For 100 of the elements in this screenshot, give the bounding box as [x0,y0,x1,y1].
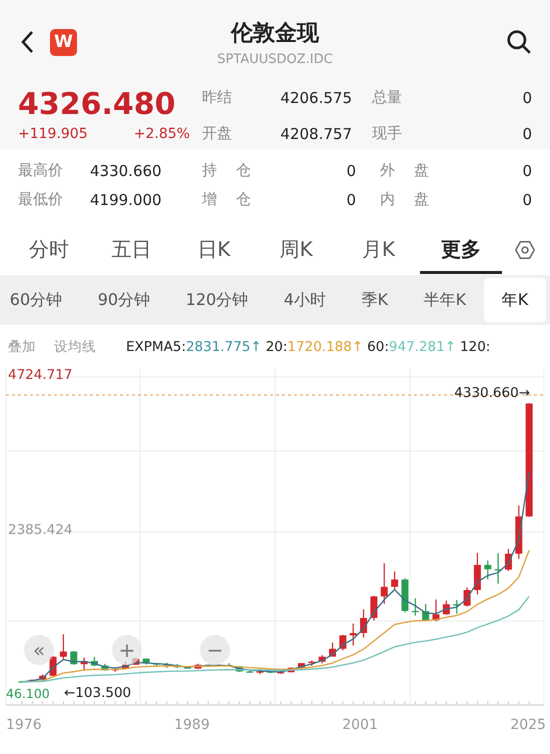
axis-label: 2001 [342,717,378,733]
stat-label: 总量 [372,88,403,107]
indicator-label: 120: [460,339,490,355]
candlestick [453,600,460,614]
indicator-label: 20: [266,339,288,355]
candlestick [515,505,522,559]
candlestick [236,666,243,672]
candlestick [246,670,254,673]
candlestick [464,587,471,607]
period-tab[interactable]: 半年K [406,278,484,322]
chart-tab[interactable]: 分时 [8,226,90,274]
chart-tab[interactable]: 月K [337,226,420,274]
stat-value: 4330.660 [90,162,163,180]
stat-value: 0 [521,124,532,142]
candlestick [432,599,440,622]
indicator-value: 947.281↑ [388,339,456,355]
symbol-code: SPTAUUSDOZ.IDC [217,52,333,66]
axis-label: 2385.424 [8,522,72,538]
candlestick [442,600,450,615]
indicator-label: EXPMA5: [126,339,186,355]
stat-value: 0 [345,162,356,180]
candlestick [360,609,368,638]
candlestick [277,670,284,674]
stat-label: 持 仓 [202,161,252,180]
candlestick [484,560,492,580]
stat-label: 增 仓 [202,190,252,209]
high-price-marker: 4330.660→ [454,385,530,401]
stat-value: 4206.575 [279,88,352,106]
stat-value: 0 [521,190,532,208]
zoom-button[interactable]: + [112,635,142,665]
candlestick [288,668,295,672]
page-title: 伦敦金现 [231,20,319,48]
chart-tab[interactable]: 五日 [90,226,173,274]
back-icon[interactable] [20,30,34,54]
chart-tab[interactable]: 日K [172,226,255,274]
zoom-button[interactable]: − [200,635,230,665]
candlestick [142,658,150,664]
candlestick [318,655,326,664]
stat-label: 最低价 [18,190,64,209]
stat-label: 外 盘 [380,161,430,180]
candlestick [412,598,419,616]
period-tab[interactable]: 4小时 [266,278,344,322]
stat-label: 内 盘 [380,190,430,209]
candlestick [39,674,46,680]
candlestick [308,660,316,666]
stat-label: 开盘 [202,124,232,143]
candlestick [391,571,398,590]
last-price: 4326.480 [18,86,176,124]
period-tab[interactable]: 季K [344,278,406,322]
candlestick [90,656,98,666]
stat-value: 0 [521,162,532,180]
candlestick [298,663,305,670]
candlestick [504,548,512,571]
axis-label: 1976 [6,717,42,733]
candlestick [184,666,192,669]
candlestick [80,658,88,671]
candlestick [380,563,388,604]
candlestick [422,604,430,622]
change-percent: +2.85% [134,126,190,142]
settings-icon[interactable] [514,239,536,261]
candlestick [494,553,502,584]
candlestick [60,634,67,659]
candlestick [194,664,202,670]
period-tab[interactable]: 年K [484,278,546,322]
stat-label: 现手 [372,124,403,143]
candlestick [101,664,108,671]
indicator-value: 2831.775↑ [186,339,262,355]
candlestick [163,662,170,668]
candlestick [70,650,78,665]
candlestick [112,668,119,672]
chart-tab[interactable]: 周K [254,226,338,274]
axis-label: 1989 [174,717,210,733]
candlestick [174,664,181,668]
stat-label: 最高价 [18,161,64,180]
stat-value: 0 [521,88,532,106]
low-price-marker: ←103.500 [64,685,132,701]
search-icon[interactable] [506,29,532,55]
indicator-value: 1720.188↑ [287,339,364,355]
axis-label: 2025 [510,717,546,733]
candlestick [256,669,264,674]
app-badge: W [50,28,77,56]
price-change: +119.905 [18,126,88,142]
candlestick [350,624,357,646]
stat-value: 0 [345,190,356,208]
axis-label: 46.100 [6,686,50,701]
candlestick [370,596,378,620]
candlestick [226,663,232,666]
axis-label: 4724.717 [8,367,72,383]
candlestick [401,578,408,612]
period-tab[interactable]: 90分钟 [80,278,168,322]
indicator-label: 60: [367,339,389,355]
candlestick [266,670,274,674]
candlestick [329,642,336,657]
zoom-button[interactable]: « [24,635,54,665]
period-tab[interactable]: 120分钟 [168,278,266,322]
candlestick [474,552,481,594]
period-tab[interactable]: 60分钟 [0,278,80,322]
stat-value: 4199.000 [90,190,163,208]
stat-value: 4208.757 [279,124,352,142]
stat-label: 昨结 [202,88,232,107]
